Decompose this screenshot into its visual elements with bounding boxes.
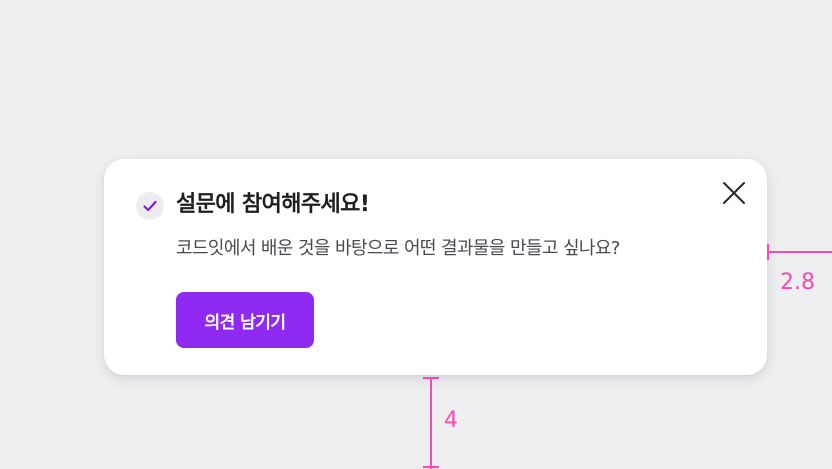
toast-title: 설문에 참여해주세요! — [176, 192, 370, 217]
close-button[interactable] — [718, 177, 750, 209]
close-icon — [722, 181, 746, 205]
toast-message: 코드잇에서 배운 것을 바탕으로 어떤 결과물을 만들고 싶나요? — [176, 238, 620, 259]
bottom-guide-cap-bottom — [423, 466, 439, 468]
survey-toast: 설문에 참여해주세요! 코드잇에서 배운 것을 바탕으로 어떤 결과물을 만들고… — [104, 159, 767, 375]
leave-feedback-button[interactable]: 의견 남기기 — [176, 292, 314, 348]
right-guide-label: 2.8 — [780, 270, 815, 295]
bottom-guide-label: 4 — [444, 408, 458, 433]
bottom-guide-cap-top — [423, 377, 439, 379]
right-guide-line — [767, 251, 832, 253]
check-icon — [136, 192, 164, 220]
right-guide-cap — [767, 244, 769, 260]
bottom-guide-line — [430, 377, 432, 469]
